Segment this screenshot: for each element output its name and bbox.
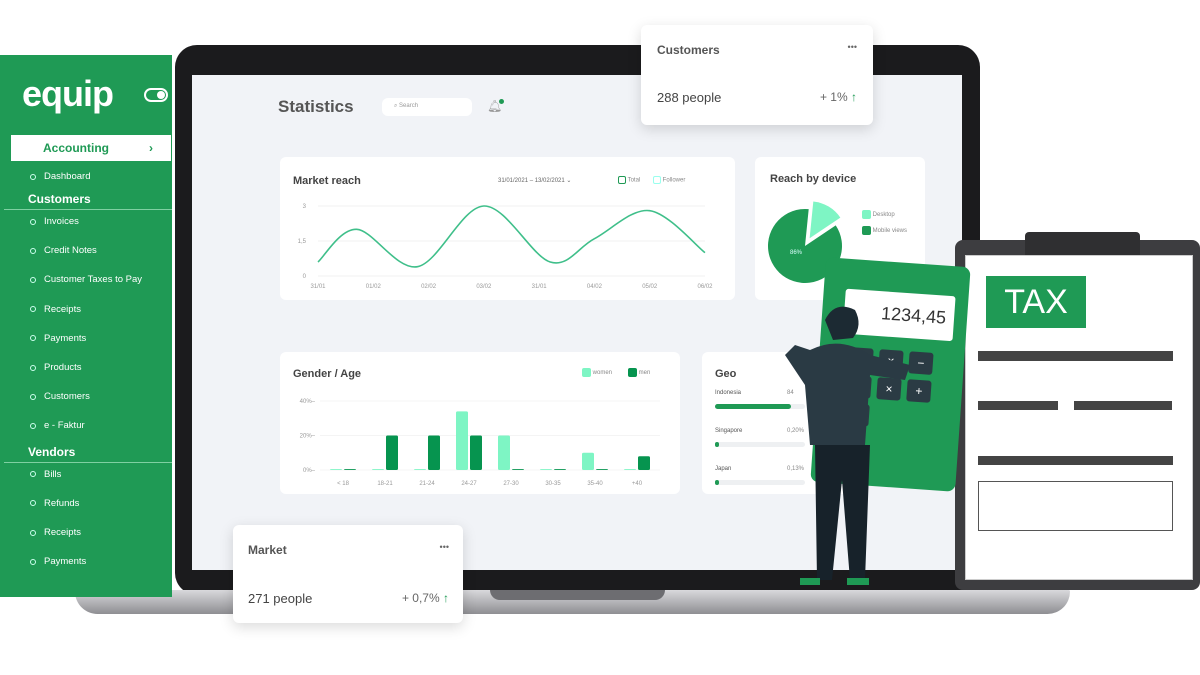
y-tick-label: 20%– xyxy=(300,434,316,440)
x-tick-label: +40 xyxy=(632,481,643,487)
tax-heading: TAX xyxy=(986,276,1086,328)
divider xyxy=(4,209,172,210)
person-illustration xyxy=(785,306,910,585)
sidebar-section-title: Vendors xyxy=(28,444,76,459)
bar-women xyxy=(498,435,510,470)
bar-women xyxy=(624,469,636,470)
theme-toggle[interactable] xyxy=(144,88,168,102)
sidebar-item[interactable]: Credit Notes xyxy=(30,245,97,256)
customers-card: Customers ••• 288 people + 1% ↑ xyxy=(641,25,873,125)
sidebar-item[interactable]: Payments xyxy=(30,333,86,344)
bar-men xyxy=(554,469,566,470)
circle-icon xyxy=(30,218,36,225)
x-tick-label: 06/02 xyxy=(697,284,713,290)
circle-icon xyxy=(30,247,36,254)
y-tick-label: 40%– xyxy=(300,399,316,405)
x-tick-label: 31/01 xyxy=(310,284,326,290)
x-tick-label: 02/02 xyxy=(421,284,437,290)
circle-icon xyxy=(30,558,36,565)
circle-icon xyxy=(30,393,36,400)
sidebar-item[interactable]: Payments xyxy=(30,556,86,567)
customers-change: + 1% ↑ xyxy=(819,90,857,104)
chevron-right-icon: › xyxy=(149,141,153,155)
circle-icon xyxy=(30,335,36,342)
more-options-button[interactable]: ••• xyxy=(848,42,857,52)
more-options-button[interactable]: ••• xyxy=(440,542,449,552)
sidebar-item-dashboard[interactable]: Dashboard xyxy=(30,171,90,182)
sidebar-item[interactable]: Invoices xyxy=(30,216,79,227)
circle-icon xyxy=(30,529,36,536)
sidebar: equip Accounting › Dashboard Customers Invo… xyxy=(0,55,172,597)
bar-men xyxy=(596,469,608,470)
circle-icon xyxy=(30,306,36,313)
bar-women xyxy=(540,469,552,470)
sidebar-item[interactable]: Bills xyxy=(30,469,61,480)
x-tick-label: 30-35 xyxy=(545,481,561,487)
x-tick-label: 05/02 xyxy=(642,284,658,290)
x-tick-label: 21-24 xyxy=(419,481,435,487)
bar-women xyxy=(330,469,342,470)
sidebar-item[interactable]: Receipts xyxy=(30,527,81,538)
customers-value: 288 people xyxy=(657,90,722,105)
circle-icon xyxy=(30,173,36,180)
pie-label: 86% xyxy=(790,250,803,256)
sidebar-section-title: Customers xyxy=(28,192,91,206)
circle-icon xyxy=(30,364,36,371)
arrow-up-icon: ↑ xyxy=(443,591,449,605)
accounting-menu[interactable]: Accounting › xyxy=(11,135,171,161)
circle-icon xyxy=(30,471,36,478)
market-card: Market ••• 271 people + 0,7% ↑ xyxy=(233,525,463,623)
y-tick-label: 0 xyxy=(303,274,307,280)
bar-women xyxy=(372,469,384,470)
bar-women xyxy=(414,469,426,470)
circle-icon xyxy=(30,500,36,507)
x-tick-label: 35-40 xyxy=(587,481,603,487)
y-tick-label: 3 xyxy=(303,204,307,210)
bar-women xyxy=(456,411,468,470)
x-tick-label: 31/01 xyxy=(532,284,548,290)
bar-men xyxy=(386,435,398,470)
bar-men xyxy=(470,435,482,470)
x-tick-label: 01/02 xyxy=(366,284,382,290)
sidebar-item[interactable]: Products xyxy=(30,362,82,373)
x-tick-label: 18-21 xyxy=(377,481,393,487)
bar-women xyxy=(582,452,594,470)
bar-men xyxy=(638,456,650,470)
x-tick-label: 24-27 xyxy=(461,481,477,487)
market-change: + 0,7% ↑ xyxy=(401,591,449,605)
sidebar-item[interactable]: Receipts xyxy=(30,304,81,315)
divider xyxy=(4,461,172,463)
arrow-up-icon: ↑ xyxy=(851,90,857,104)
series-line-total xyxy=(317,205,706,268)
sidebar-item[interactable]: e - Faktur xyxy=(30,420,85,431)
bar-men xyxy=(512,469,524,470)
bar-men xyxy=(428,435,440,470)
laptop-notch xyxy=(490,590,665,600)
y-tick-label: 0%– xyxy=(303,468,316,474)
sidebar-item[interactable]: Customers xyxy=(30,391,90,402)
x-tick-label: 27-30 xyxy=(503,481,519,487)
market-value: 271 people xyxy=(248,591,313,606)
card-title: Customers xyxy=(657,43,720,57)
circle-icon xyxy=(30,422,36,429)
tax-document: TAX xyxy=(965,255,1193,580)
clipboard-illustration: TAX xyxy=(955,232,1200,590)
x-tick-label: 04/02 xyxy=(587,284,603,290)
bar-men xyxy=(344,469,356,470)
x-tick-label: 03/02 xyxy=(476,284,492,290)
circle-icon xyxy=(30,276,36,283)
x-tick-label: < 18 xyxy=(337,481,350,487)
y-tick-label: 1,5 xyxy=(298,239,307,245)
card-title: Market xyxy=(248,543,287,557)
logo: equip xyxy=(22,73,114,114)
sidebar-item[interactable]: Customer Taxes to Pay xyxy=(30,274,142,285)
sidebar-item[interactable]: Refunds xyxy=(30,498,79,509)
